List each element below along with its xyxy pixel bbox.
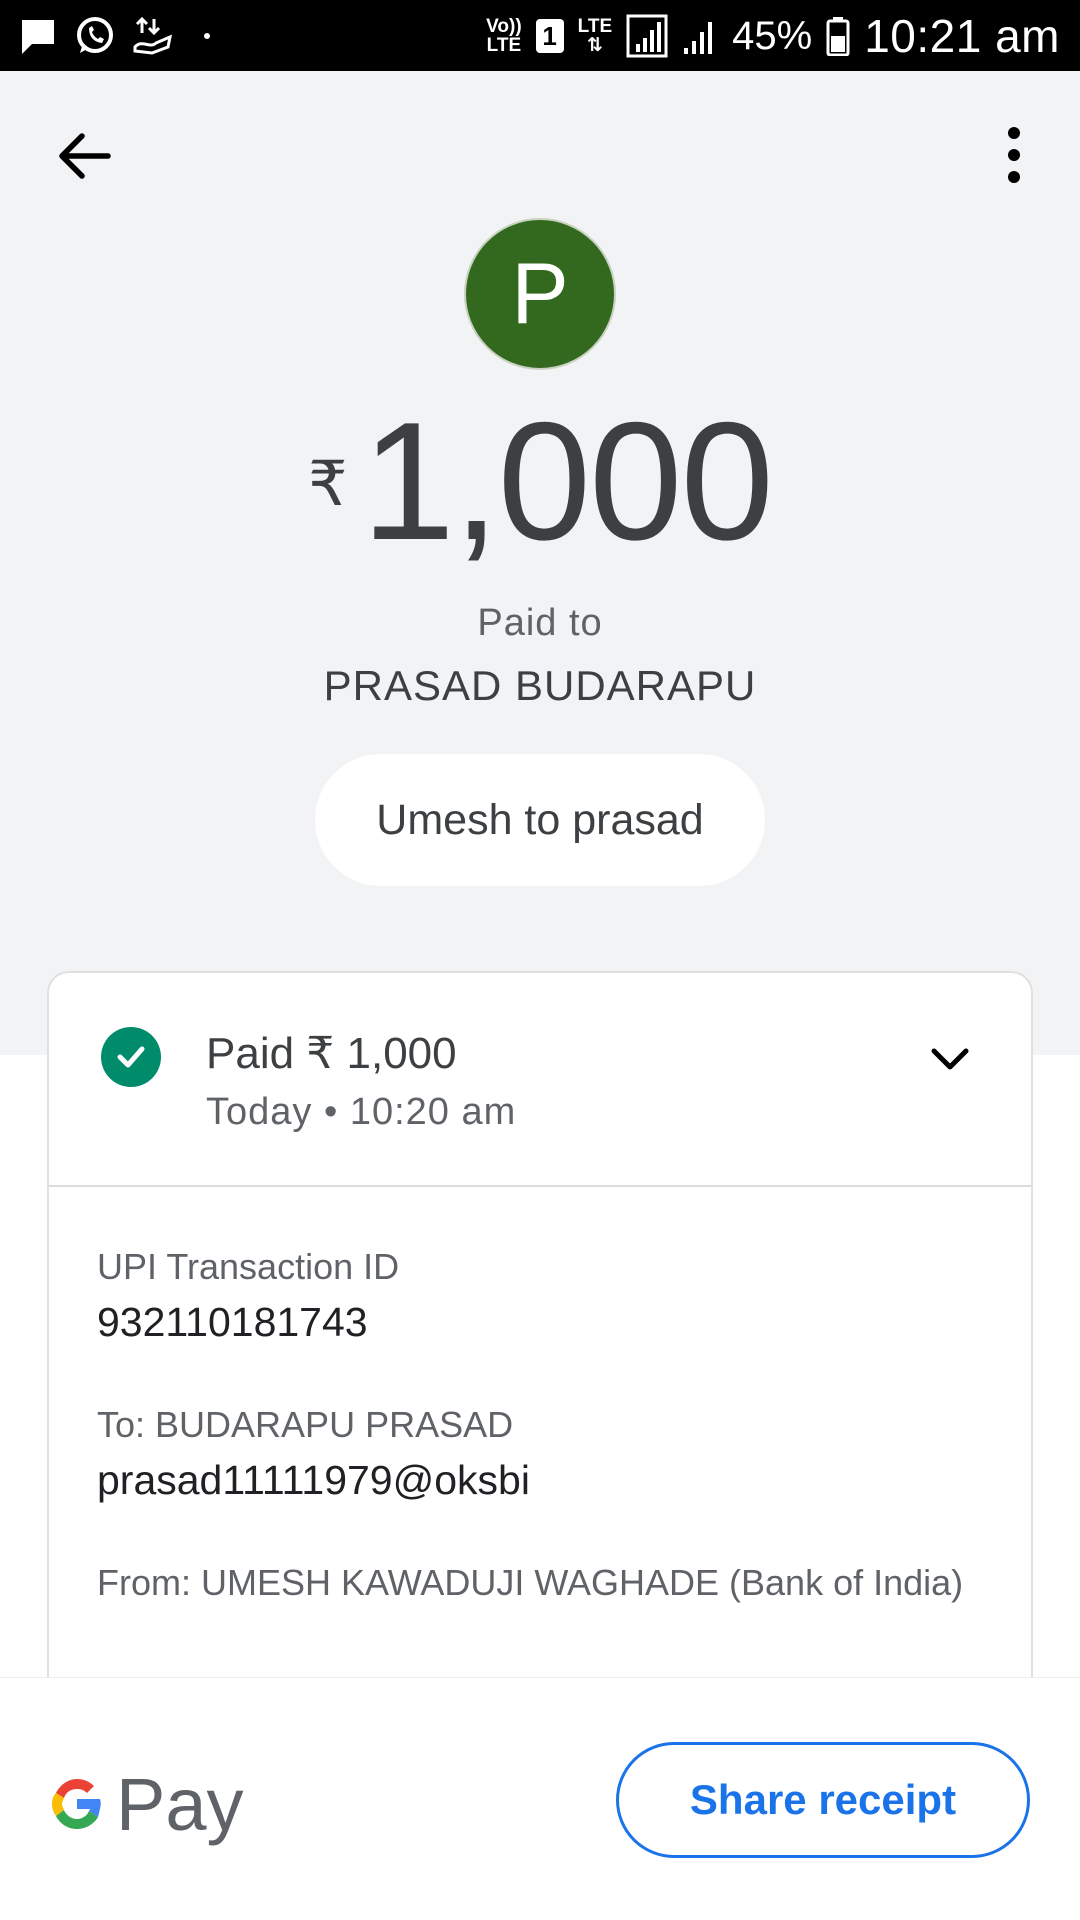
upi-transaction-id: UPI Transaction ID 932110181743 xyxy=(97,1238,399,1348)
status-bar: Vo)) LTE 1 LTE ⇅ 45% 10:21 am xyxy=(0,0,1080,71)
status-time: Today • 10:20 am xyxy=(206,1091,517,1133)
signal-icon xyxy=(626,14,668,58)
battery-icon xyxy=(826,17,850,56)
detail-value: 932110181743 xyxy=(97,1299,368,1345)
from-account: From: UMESH KAWADUJI WAGHADE (Bank of In… xyxy=(97,1554,977,1612)
volte-indicator: Vo)) LTE xyxy=(486,16,522,56)
chevron-down-icon[interactable] xyxy=(926,1035,974,1083)
signal-icon-2 xyxy=(684,22,713,54)
paid-to-label: Paid to xyxy=(477,602,603,644)
share-receipt-button[interactable]: Share receipt xyxy=(616,1742,1030,1858)
amount: ₹ 1,000 xyxy=(0,387,1080,575)
status-indicators: Vo)) LTE 1 LTE ⇅ 45% 10:21 am xyxy=(486,8,1060,64)
transaction-card: Paid ₹ 1,000 Today • 10:20 am UPI Transa… xyxy=(47,971,1033,1691)
transaction-status-header[interactable]: Paid ₹ 1,000 Today • 10:20 am xyxy=(49,973,1031,1187)
gpay-logo: Pay xyxy=(46,1754,244,1854)
detail-label: UPI Transaction ID xyxy=(97,1246,400,1287)
amount-value: 1,000 xyxy=(361,387,774,575)
bottom-bar: Pay Share receipt xyxy=(0,1677,1080,1920)
sim-indicator: 1 xyxy=(535,19,564,53)
clock: 10:21 am xyxy=(864,10,1060,62)
notification-icons xyxy=(18,14,210,58)
gpay-pay-text: Pay xyxy=(116,1762,244,1846)
message-icon xyxy=(22,20,54,54)
detail-label: To: BUDARAPU PRASAD xyxy=(97,1404,514,1445)
more-vert-icon xyxy=(1008,127,1020,183)
detail-value: prasad11111979@oksbi xyxy=(97,1457,530,1503)
check-circle-icon xyxy=(101,1027,161,1087)
back-button[interactable] xyxy=(52,124,116,188)
avatar: P xyxy=(464,218,616,370)
to-account: To: BUDARAPU PRASAD prasad11111979@oksbi xyxy=(97,1396,530,1506)
more-options-button[interactable] xyxy=(992,123,1036,187)
payee-name: PRASAD BUDARAPU xyxy=(323,662,757,709)
whatsapp-icon xyxy=(77,17,113,53)
google-g-icon xyxy=(52,1779,101,1829)
status-title: Paid ₹ 1,000 xyxy=(206,1029,457,1078)
lte-indicator: LTE ⇅ xyxy=(577,16,613,56)
payment-note: Umesh to prasad xyxy=(315,754,765,886)
arrow-left-icon xyxy=(59,133,111,179)
battery-percent: 45% xyxy=(732,13,813,58)
upload-icon xyxy=(133,16,173,55)
currency-symbol: ₹ xyxy=(308,450,348,519)
detail-label: From: UMESH KAWADUJI WAGHADE (Bank of In… xyxy=(97,1562,964,1603)
more-notifications-dot xyxy=(204,33,210,39)
payment-summary: P ₹ 1,000 Paid to PRASAD BUDARAPU Umesh … xyxy=(0,71,1080,1055)
